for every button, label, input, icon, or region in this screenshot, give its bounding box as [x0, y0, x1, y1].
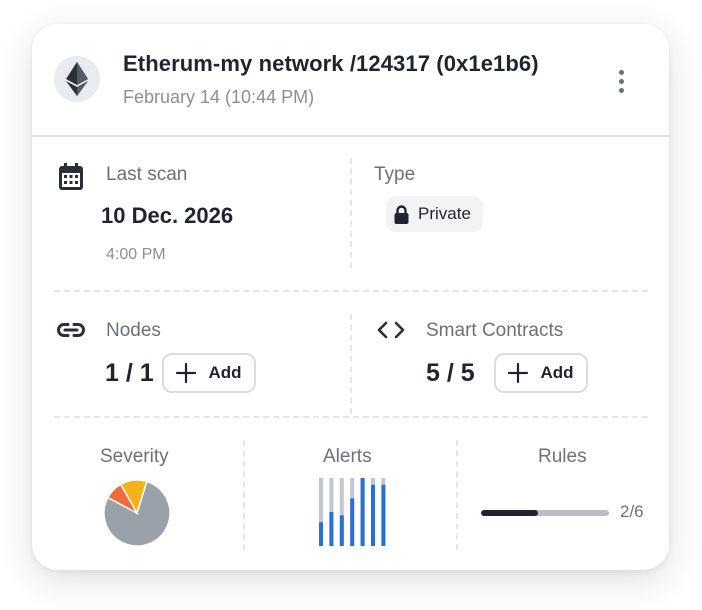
plus-icon	[176, 363, 197, 383]
nodes-count: 1 / 1	[105, 359, 154, 387]
kebab-menu-icon[interactable]	[606, 66, 636, 96]
row-divider	[54, 290, 648, 292]
network-timestamp: February 14 (10:44 PM)	[123, 87, 315, 107]
severity-label: Severity	[100, 446, 169, 467]
alert-bar	[371, 484, 375, 546]
rules-count: 2/6	[620, 502, 644, 521]
alert-bar	[360, 478, 365, 546]
column-divider	[243, 440, 245, 550]
alert-bar	[381, 484, 386, 546]
add-node-label: Add	[208, 363, 242, 382]
severity-pie-chart	[103, 479, 171, 547]
code-icon	[376, 321, 406, 339]
network-title: Etherum-my network /124317 (0x1e1b6)	[123, 51, 539, 76]
add-contract-button[interactable]: Add	[494, 353, 588, 393]
add-node-button[interactable]: Add	[162, 353, 256, 393]
smart-contracts-label: Smart Contracts	[426, 320, 564, 341]
column-divider	[350, 314, 352, 414]
rules-progress-fill	[481, 510, 538, 516]
alerts-label: Alerts	[323, 446, 372, 467]
rules-label: Rules	[538, 446, 587, 467]
alert-bar	[339, 515, 344, 546]
column-divider	[350, 158, 352, 268]
row-divider	[54, 416, 648, 418]
alerts-bar-chart	[319, 478, 386, 546]
rules-progress-bar	[481, 510, 609, 516]
network-card: Etherum-my network /124317 (0x1e1b6) Feb…	[32, 24, 669, 570]
column-divider	[456, 440, 458, 550]
calendar-icon	[58, 163, 84, 191]
last-scan-label: Last scan	[106, 164, 188, 185]
add-contract-label: Add	[540, 363, 574, 382]
nodes-label: Nodes	[106, 320, 161, 341]
last-scan-date: 10 Dec. 2026	[101, 203, 234, 228]
type-badge: Private	[386, 196, 483, 232]
last-scan-time: 4:00 PM	[106, 246, 166, 263]
type-value: Private	[418, 204, 471, 223]
type-label: Type	[374, 164, 416, 185]
plus-icon	[508, 363, 529, 383]
alert-bar	[350, 498, 355, 546]
lock-icon	[394, 204, 409, 224]
link-icon	[56, 322, 86, 338]
card-header: Etherum-my network /124317 (0x1e1b6) Feb…	[32, 24, 669, 137]
ethereum-icon	[54, 56, 100, 102]
alert-bar	[329, 512, 334, 546]
alert-bar	[319, 522, 323, 546]
smart-contracts-count: 5 / 5	[426, 359, 475, 387]
